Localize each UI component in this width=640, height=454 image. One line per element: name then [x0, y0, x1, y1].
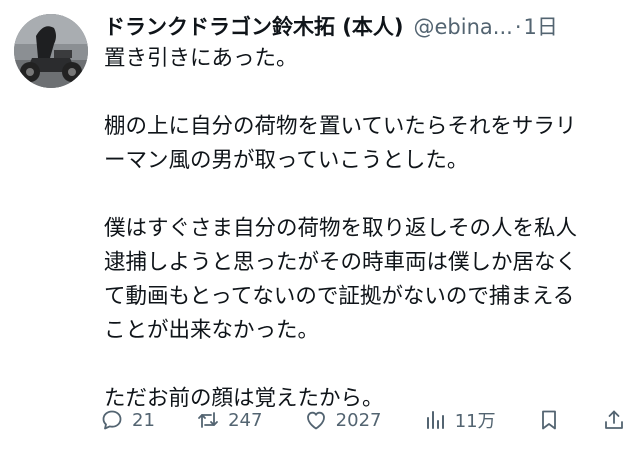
bookmark-button[interactable] [537, 408, 561, 432]
repost-arrows-icon [198, 412, 219, 428]
repost-button[interactable]: 247 [196, 408, 262, 432]
share-upload-icon [605, 410, 623, 429]
author-display-name[interactable]: ドランクドラゴン鈴木拓 (本人) [104, 12, 404, 42]
repost-count: 247 [228, 409, 263, 431]
tweet-line: 棚の上に自分の荷物を置いていたらそれをサラリ [104, 114, 577, 139]
reply-bubble-icon [102, 410, 122, 430]
header-separator: · [514, 15, 522, 39]
tweet-header: ドランクドラゴン鈴木拓 (本人) @ebina... · 1日 [104, 12, 630, 42]
views-bar-chart-icon [426, 411, 444, 429]
views-count: 11万 [454, 411, 496, 432]
bookmark-icon [541, 410, 556, 430]
avatar[interactable] [14, 14, 88, 88]
tweet-line: 逮捕しようと思ったがその時車両は僕しか居なく [104, 250, 578, 275]
action-bar: 21 247 2027 11万 [100, 402, 626, 438]
tweet-text: 置き引きにあった。 棚の上に自分の荷物を置いていたらそれをサラリ ーマン風の男が… [104, 42, 624, 416]
reply-button[interactable]: 21 [100, 408, 155, 432]
tweet-line: ーマン風の男が取っていこうとした。 [104, 148, 469, 173]
tweet-timestamp[interactable]: 1日 [524, 12, 558, 42]
like-count: 2027 [335, 409, 382, 431]
tweet-line: て動画もとってないので証拠がないので捕まえる [104, 284, 575, 309]
tweet-line: 僕はすぐさま自分の荷物を取り返しその人を私人 [104, 216, 578, 241]
share-button[interactable] [602, 408, 626, 432]
like-button[interactable]: 2027 [304, 408, 382, 432]
tweet-line: ことが出来なかった。 [104, 318, 320, 343]
author-handle[interactable]: @ebina... [414, 12, 513, 42]
reply-count: 21 [132, 409, 155, 431]
heart-icon [306, 411, 325, 430]
tweet-line: 置き引きにあった。 [104, 46, 298, 71]
views-button[interactable]: 11万 [423, 407, 496, 433]
